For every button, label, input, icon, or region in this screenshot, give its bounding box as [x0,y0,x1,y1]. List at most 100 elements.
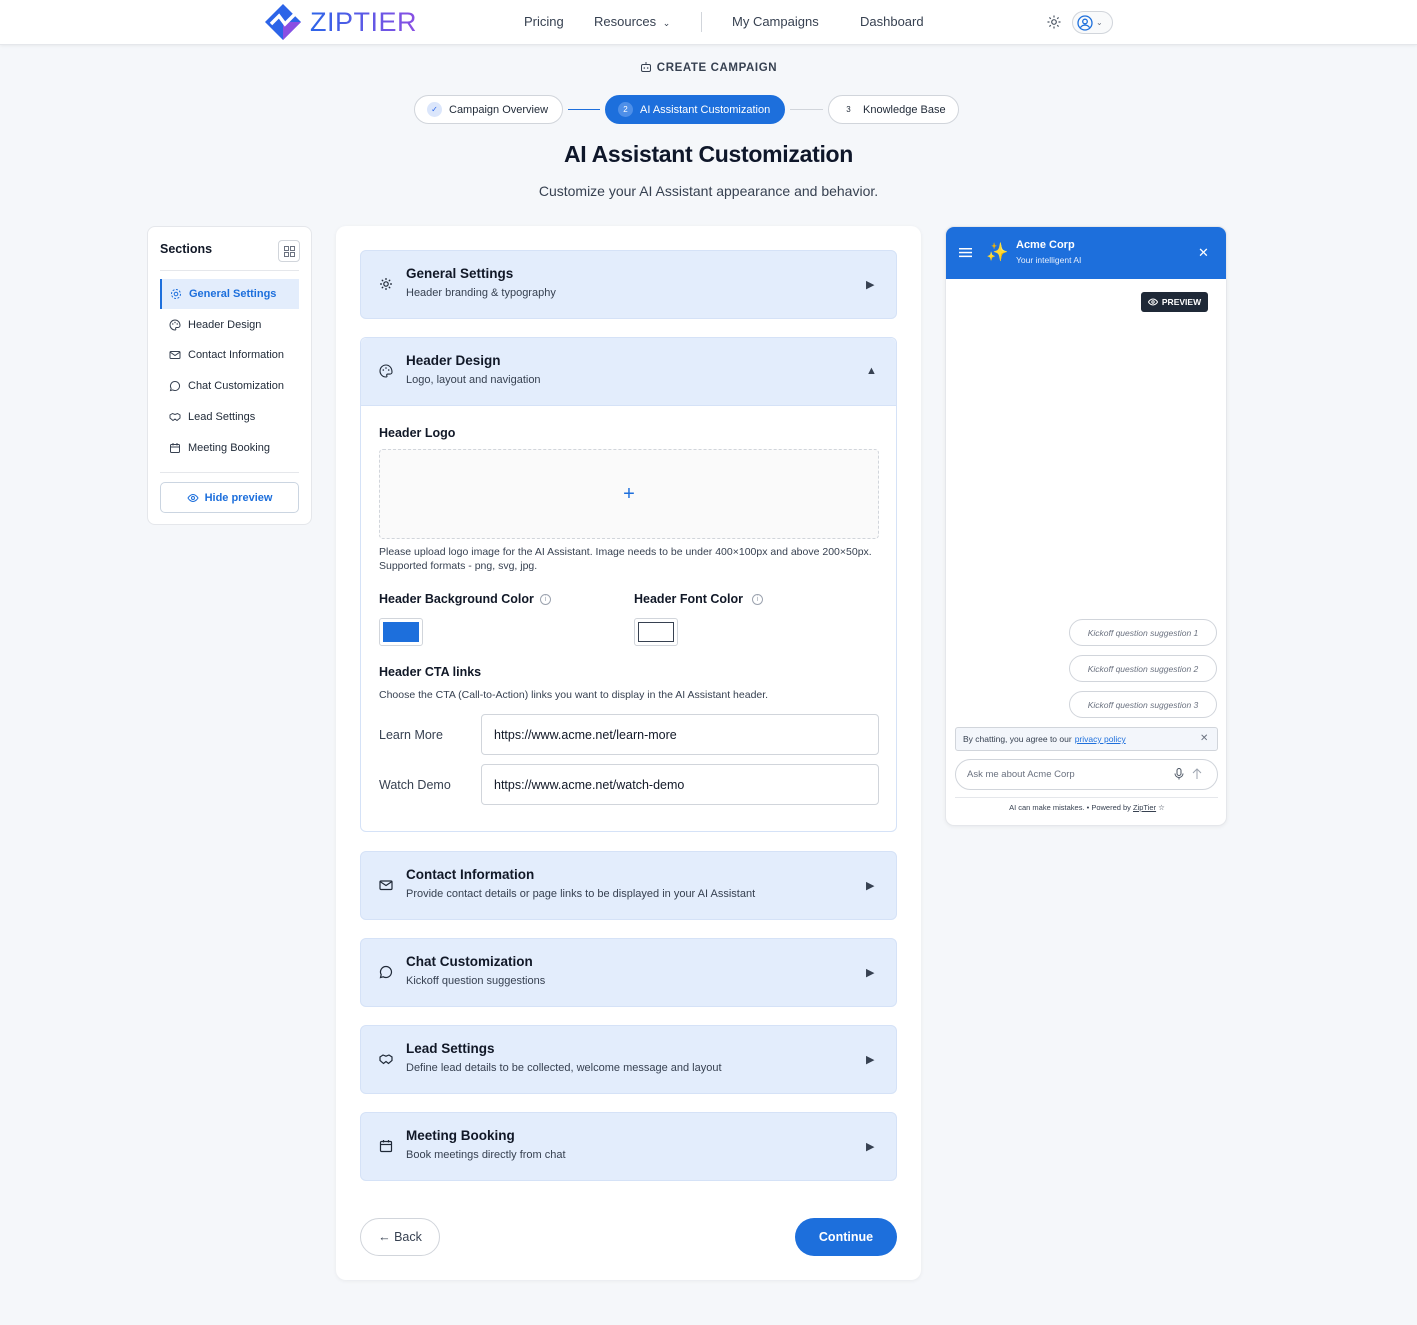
continue-button[interactable]: Continue [795,1218,897,1256]
disclaimer-text: AI can make mistakes. • Powered by [1009,803,1131,812]
preview-badge-label: PREVIEW [1161,297,1202,307]
send-arrow-icon[interactable] [1192,768,1202,780]
caret-right-icon: ▶ [866,1054,875,1066]
accordion-subtitle: Book meetings directly from chat [406,1149,566,1161]
privacy-consent-banner: By chatting, you agree to our privacy po… [955,727,1218,751]
step-label: Campaign Overview [449,103,549,116]
nav-resources[interactable]: Resources ⌄ [594,14,670,29]
accordion-subtitle: Logo, layout and navigation [406,374,541,386]
hide-preview-button[interactable]: Hide preview [160,482,299,513]
preview-divider [955,797,1218,798]
step-ai-assistant-customization[interactable]: 2 AI Assistant Customization [605,95,785,124]
sidebar-item-meeting-booking[interactable]: Meeting Booking [160,433,299,463]
preview-company-name: Acme Corp [1016,239,1075,251]
chat-icon [169,380,181,392]
sidebar-item-header-design[interactable]: Header Design [160,310,299,340]
accordion-header-design-toggle[interactable]: Header Design Logo, layout and navigatio… [361,338,896,406]
sidebar-divider [160,472,299,473]
calendar-icon [379,1140,393,1153]
close-icon[interactable]: ✕ [1200,733,1208,744]
kickoff-suggestion-1[interactable]: Kickoff question suggestion 1 [1069,619,1217,646]
info-icon[interactable]: i [540,594,551,605]
mail-icon [169,351,181,359]
sparkles-icon: ✨ [986,242,1009,262]
step-knowledge-base[interactable]: 3 Knowledge Base [828,95,959,124]
microphone-icon[interactable] [1174,768,1184,780]
ziptier-link[interactable]: ZipTier [1133,803,1156,812]
gear-icon [171,289,181,299]
accordion-subtitle: Provide contact details or page links to… [406,888,756,900]
close-icon[interactable]: ✕ [1198,245,1209,261]
accordion-general-settings[interactable]: General Settings Header branding & typog… [360,250,897,319]
accordion-chat-customization[interactable]: Chat Customization Kickoff question sugg… [360,938,897,1007]
chevron-down-icon: ⌄ [1096,18,1103,27]
create-campaign-label: CREATE CAMPAIGN [0,61,1417,74]
nav-pricing[interactable]: Pricing [524,14,564,29]
privacy-policy-link[interactable]: privacy policy [1075,734,1126,744]
step-campaign-overview[interactable]: ✓ Campaign Overview [414,95,563,124]
assistant-preview: ✨ Acme Corp Your intelligent AI ✕ PREVIE… [945,226,1227,826]
kickoff-suggestion-2[interactable]: Kickoff question suggestion 2 [1069,655,1217,682]
header-bg-color-picker[interactable] [379,618,423,646]
user-avatar-icon [1077,14,1093,31]
sidebar-item-label: Meeting Booking [188,442,270,454]
header-logo-label: Header Logo [379,426,456,440]
robot-icon [640,62,651,72]
sidebar-title: Sections [160,242,213,256]
handshake-icon [169,412,181,422]
caret-right-icon: ▶ [866,967,875,979]
cta-input-learn-more[interactable]: https://www.acme.net/learn-more [481,714,879,755]
user-menu[interactable]: ⌄ [1072,11,1113,34]
caret-right-icon: ▶ [866,1141,875,1153]
sidebar-layout-toggle[interactable] [278,240,300,262]
accordion-lead-settings[interactable]: Lead Settings Define lead details to be … [360,1025,897,1094]
preview-footer: AI can make mistakes. • Powered by ZipTi… [946,803,1226,812]
sections-sidebar: Sections General Settings Header Design … [147,226,312,525]
header-font-color-label: Header Font Color [634,592,744,606]
logo-upload-dropzone[interactable]: + [379,449,879,539]
preview-header: ✨ Acme Corp Your intelligent AI ✕ [946,227,1226,279]
caret-right-icon: ▶ [866,880,875,892]
accordion-title: Lead Settings [406,1041,495,1056]
accordion-title: General Settings [406,266,514,281]
eye-icon [1147,298,1158,306]
info-icon[interactable]: i [752,594,763,605]
accordion-contact-information[interactable]: Contact Information Provide contact deta… [360,851,897,920]
sidebar-item-label: General Settings [189,288,277,300]
sidebar-item-label: Lead Settings [188,411,256,423]
sidebar-item-chat-customization[interactable]: Chat Customization [160,371,299,401]
sidebar-item-contact-information[interactable]: Contact Information [160,340,299,370]
accordion-meeting-booking[interactable]: Meeting Booking Book meetings directly f… [360,1112,897,1181]
caret-right-icon: ▶ [866,279,875,291]
header-font-color-picker[interactable] [634,618,678,646]
accordion-header-design: Header Design Logo, layout and navigatio… [360,337,897,832]
grid-icon [283,245,295,257]
handshake-icon [379,1054,393,1065]
nav-my-campaigns[interactable]: My Campaigns [732,14,819,29]
eye-icon [186,493,199,502]
ziptier-logo[interactable]: ZIPTIER [263,2,417,42]
chevron-down-icon: ⌄ [662,18,671,28]
accordion-subtitle: Define lead details to be collected, wel… [406,1062,722,1074]
settings-gear-icon[interactable] [1046,14,1062,30]
check-icon: ✓ [427,102,442,117]
accordion-title: Meeting Booking [406,1128,515,1143]
kickoff-suggestion-3[interactable]: Kickoff question suggestion 3 [1069,691,1217,718]
sidebar-item-label: Chat Customization [188,380,284,392]
preview-badge: PREVIEW [1141,292,1208,312]
nav-dashboard[interactable]: Dashboard [860,14,924,29]
preview-tagline: Your intelligent AI [1016,255,1082,265]
hamburger-menu-icon[interactable] [959,247,972,258]
nav-divider [701,12,702,32]
step-connector [568,109,600,110]
step-label: Knowledge Base [863,103,946,116]
gear-icon [380,278,392,290]
sidebar-item-label: Header Design [188,319,262,331]
cta-input-watch-demo[interactable]: https://www.acme.net/watch-demo [481,764,879,805]
step-number: 2 [618,102,633,117]
sidebar-item-general-settings[interactable]: General Settings [160,279,299,309]
chat-icon [379,965,393,979]
step-label: AI Assistant Customization [640,103,771,116]
sidebar-item-lead-settings[interactable]: Lead Settings [160,402,299,432]
back-button[interactable]: ← Back [360,1218,440,1256]
